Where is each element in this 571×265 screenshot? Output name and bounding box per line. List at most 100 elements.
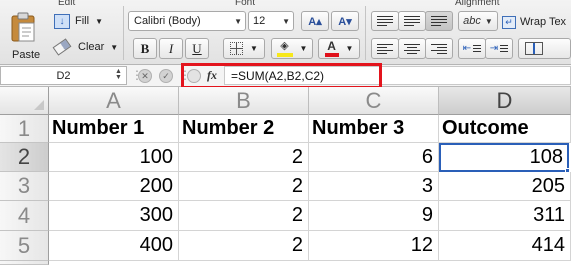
cancel-icon[interactable]: ✕ bbox=[138, 69, 152, 83]
font-name-value: Calibri (Body) bbox=[134, 15, 201, 27]
column-header-b[interactable]: B bbox=[179, 87, 309, 115]
name-box[interactable]: D2 bbox=[0, 66, 127, 85]
cell-a4[interactable]: 300 bbox=[49, 201, 179, 231]
column-header-a[interactable]: A bbox=[49, 87, 179, 115]
column-letter: C bbox=[365, 87, 382, 113]
decrease-indent-button[interactable]: ⇤ bbox=[458, 38, 486, 59]
excel-window: Edit Font Alignment Paste ↓ Fill ▼ Clear… bbox=[0, 0, 571, 265]
align-center-icon bbox=[404, 43, 420, 54]
wrap-text-button[interactable]: ↵ Wrap Tex bbox=[502, 13, 566, 31]
select-all-corner[interactable] bbox=[0, 87, 49, 115]
cell-d1[interactable]: Outcome bbox=[439, 115, 571, 143]
cell-a3[interactable]: 200 bbox=[49, 172, 179, 201]
row-number: 3 bbox=[17, 173, 31, 198]
column-header-c[interactable]: C bbox=[309, 87, 439, 115]
paste-label: Paste bbox=[12, 49, 41, 61]
chevron-down-icon: ▼ bbox=[484, 16, 493, 26]
align-top-icon bbox=[377, 16, 393, 26]
row-header-5[interactable]: 5 bbox=[0, 231, 49, 261]
underline-button[interactable]: U bbox=[185, 38, 209, 59]
align-top-button[interactable] bbox=[371, 11, 399, 31]
cell-c3[interactable]: 3 bbox=[309, 172, 439, 201]
row-number: 5 bbox=[17, 232, 31, 258]
cell-c5[interactable]: 12 bbox=[309, 231, 439, 261]
merge-button[interactable] bbox=[518, 38, 571, 59]
fill-handle[interactable] bbox=[565, 168, 570, 173]
align-left-button[interactable] bbox=[371, 38, 399, 59]
formula-highlight-box bbox=[181, 63, 382, 89]
clear-dropdown-icon: ▼ bbox=[110, 42, 119, 52]
shrink-font-button[interactable]: A▾ bbox=[331, 11, 359, 31]
font-size-value: 12 bbox=[253, 15, 266, 27]
fill-label: Fill bbox=[75, 15, 90, 27]
cell-c2[interactable]: 6 bbox=[309, 143, 439, 172]
name-box-value: D2 bbox=[56, 69, 71, 82]
cell-b5[interactable]: 2 bbox=[179, 231, 309, 261]
row-header-6-partial bbox=[0, 261, 49, 265]
font-size-select[interactable]: 12 ▼ bbox=[248, 11, 294, 31]
font-color-icon: A bbox=[324, 40, 339, 57]
cell-c1[interactable]: Number 3 bbox=[309, 115, 439, 143]
group-label-edit: Edit bbox=[58, 0, 76, 8]
font-color-button[interactable]: A ▼ bbox=[318, 38, 360, 59]
decrease-indent-icon: ⇤ bbox=[462, 43, 472, 54]
cell-d5[interactable]: 414 bbox=[439, 231, 571, 261]
ribbon: Edit Font Alignment Paste ↓ Fill ▼ Clear… bbox=[0, 0, 571, 65]
align-middle-icon bbox=[404, 16, 420, 26]
align-middle-button[interactable] bbox=[398, 11, 426, 31]
bold-icon: B bbox=[140, 40, 150, 56]
column-letter: B bbox=[236, 87, 251, 113]
row-header-2[interactable]: 2 bbox=[0, 143, 49, 172]
italic-icon: I bbox=[168, 40, 174, 56]
align-bottom-button[interactable] bbox=[425, 11, 453, 31]
clear-label: Clear bbox=[78, 41, 105, 53]
borders-button[interactable]: ▼ bbox=[223, 38, 265, 59]
chevron-down-icon: ▼ bbox=[345, 44, 354, 53]
row-header-1[interactable]: 1 bbox=[0, 115, 49, 143]
cell-d2-active[interactable]: 108 bbox=[439, 143, 569, 172]
chevron-down-icon: ▼ bbox=[282, 17, 290, 26]
grow-font-button[interactable]: A▴ bbox=[301, 11, 329, 31]
italic-button[interactable]: I bbox=[159, 38, 183, 59]
cell-b4[interactable]: 2 bbox=[179, 201, 309, 231]
align-right-icon bbox=[431, 43, 447, 54]
align-right-button[interactable] bbox=[425, 38, 453, 59]
cell-d3[interactable]: 205 bbox=[439, 172, 571, 201]
eraser-icon bbox=[52, 38, 72, 56]
bold-button[interactable]: B bbox=[133, 38, 157, 59]
cell-c4[interactable]: 9 bbox=[309, 201, 439, 231]
paste-button[interactable]: Paste bbox=[2, 4, 42, 62]
cell-b2[interactable]: 2 bbox=[179, 143, 309, 172]
column-letter: D bbox=[496, 87, 513, 113]
fill-color-button[interactable]: ◈ ▼ bbox=[271, 38, 313, 59]
cell-b3[interactable]: 2 bbox=[179, 172, 309, 201]
row-number: 1 bbox=[17, 115, 31, 141]
cell-b1[interactable]: Number 2 bbox=[179, 115, 309, 143]
align-bottom-icon bbox=[431, 16, 447, 26]
shrink-font-icon: A▾ bbox=[338, 15, 352, 28]
enter-icon[interactable]: ✓ bbox=[159, 69, 173, 83]
orientation-icon: abc bbox=[463, 15, 481, 27]
cell-a2[interactable]: 100 bbox=[49, 143, 179, 172]
row-header-4[interactable]: 4 bbox=[0, 201, 49, 231]
clear-button[interactable]: Clear ▼ bbox=[52, 38, 119, 56]
cell-d4[interactable]: 311 bbox=[439, 201, 571, 231]
underline-icon: U bbox=[192, 40, 202, 56]
cell-a5[interactable]: 400 bbox=[49, 231, 179, 261]
name-box-stepper-icon[interactable]: ▲ ▼ bbox=[115, 68, 122, 81]
merge-icon bbox=[525, 42, 543, 55]
column-letter: A bbox=[106, 87, 121, 113]
chevron-down-icon: ▼ bbox=[250, 44, 258, 53]
fill-button[interactable]: ↓ Fill ▼ bbox=[54, 12, 103, 30]
grow-font-icon: A▴ bbox=[308, 15, 322, 28]
orientation-button[interactable]: abc ▼ bbox=[458, 11, 498, 31]
font-name-select[interactable]: Calibri (Body) ▼ bbox=[128, 11, 246, 31]
column-header-d[interactable]: D bbox=[439, 87, 571, 115]
fill-dropdown-icon: ▼ bbox=[95, 16, 103, 26]
paint-bucket-icon: ◈ bbox=[276, 40, 293, 57]
increase-indent-button[interactable]: ⇥ bbox=[485, 38, 513, 59]
align-center-button[interactable] bbox=[398, 38, 426, 59]
fill-down-icon: ↓ bbox=[54, 13, 70, 29]
row-header-3[interactable]: 3 bbox=[0, 172, 49, 201]
cell-a1[interactable]: Number 1 bbox=[49, 115, 179, 143]
